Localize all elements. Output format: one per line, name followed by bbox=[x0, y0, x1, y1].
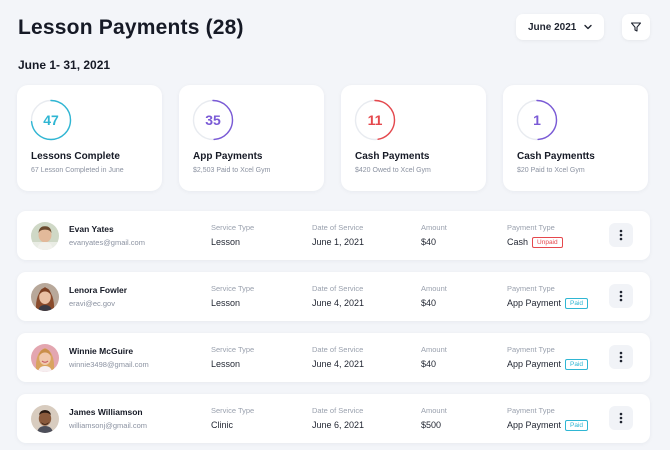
service-type-label: Service Type bbox=[211, 406, 255, 415]
payment-type-value: Cash Unpaid bbox=[507, 237, 563, 248]
stat-subtext: $20 Paid to Xcel Gym bbox=[517, 167, 585, 174]
date-of-service-value: June 4, 2021 bbox=[312, 298, 365, 308]
more-options-button[interactable] bbox=[609, 345, 633, 369]
more-vertical-icon bbox=[619, 351, 623, 363]
date-of-service-value: June 6, 2021 bbox=[312, 420, 365, 430]
avatar bbox=[31, 283, 59, 311]
amount-label: Amount bbox=[421, 406, 447, 415]
date-of-service-label: Date of Service bbox=[312, 284, 364, 293]
stat-label: Lessons Complete bbox=[31, 151, 120, 162]
more-options-button[interactable] bbox=[609, 406, 633, 430]
payment-type-text: App Payment bbox=[507, 298, 562, 308]
amount-label: Amount bbox=[421, 284, 447, 293]
more-vertical-icon bbox=[619, 290, 623, 302]
avatar bbox=[31, 222, 59, 250]
date-of-service-value: June 1, 2021 bbox=[312, 237, 365, 247]
amount-value: $40 bbox=[421, 359, 437, 369]
amount-value: $40 bbox=[421, 298, 437, 308]
stat-subtext: $420 Owed to Xcel Gym bbox=[355, 167, 431, 174]
service-type-label: Service Type bbox=[211, 284, 255, 293]
status-badge: Paid bbox=[565, 420, 589, 431]
customer-email: winnie3498@gmail.com bbox=[69, 360, 149, 369]
stat-card-cash-payments: 11 Cash Payments $420 Owed to Xcel Gym bbox=[341, 85, 486, 191]
stat-value: 47 bbox=[43, 112, 59, 128]
more-vertical-icon bbox=[619, 229, 623, 241]
service-type-value: Lesson bbox=[211, 359, 241, 369]
amount-value: $40 bbox=[421, 237, 437, 247]
avatar bbox=[31, 344, 59, 372]
chevron-down-icon bbox=[584, 24, 592, 30]
customer-email: eravi@ec.gov bbox=[69, 299, 115, 308]
table-row[interactable]: Evan Yates evanyates@gmail.com Service T… bbox=[17, 211, 650, 260]
customer-name: Lenora Fowler bbox=[69, 285, 128, 295]
customer-name: James Williamson bbox=[69, 407, 143, 417]
stat-label: Cash Paymentts bbox=[517, 151, 595, 162]
service-type-value: Lesson bbox=[211, 237, 241, 247]
date-of-service-value: June 4, 2021 bbox=[312, 359, 365, 369]
stat-value: 35 bbox=[205, 112, 221, 128]
table-row[interactable]: Winnie McGuire winnie3498@gmail.com Serv… bbox=[17, 333, 650, 382]
avatar-woman-icon bbox=[31, 283, 59, 311]
status-badge: Unpaid bbox=[532, 237, 563, 248]
service-type-value: Lesson bbox=[211, 298, 241, 308]
customer-email: evanyates@gmail.com bbox=[69, 238, 145, 247]
date-of-service-label: Date of Service bbox=[312, 406, 364, 415]
avatar-man-icon bbox=[31, 222, 59, 250]
payment-type-text: App Payment bbox=[507, 420, 562, 430]
payment-type-value: App Payment Paid bbox=[507, 298, 589, 309]
date-of-service-label: Date of Service bbox=[312, 345, 364, 354]
month-select-value: June 2021 bbox=[528, 21, 577, 33]
stat-card-app-payments: 35 App Payments $2,503 Paid to Xcel Gym bbox=[179, 85, 324, 191]
service-type-label: Service Type bbox=[211, 223, 255, 232]
avatar bbox=[31, 405, 59, 433]
filter-button[interactable] bbox=[622, 14, 650, 40]
stats-cards: 47 Lessons Complete 67 Lesson Completed … bbox=[17, 85, 650, 191]
payment-type-value: App Payment Paid bbox=[507, 359, 589, 370]
table-row[interactable]: Lenora Fowler eravi@ec.gov Service Type … bbox=[17, 272, 650, 321]
stat-label: Cash Payments bbox=[355, 151, 430, 162]
more-options-button[interactable] bbox=[609, 223, 633, 247]
month-select[interactable]: June 2021 bbox=[516, 14, 604, 40]
payment-type-text: Cash bbox=[507, 237, 529, 247]
payment-type-label: Payment Type bbox=[507, 284, 555, 293]
amount-label: Amount bbox=[421, 345, 447, 354]
amount-label: Amount bbox=[421, 223, 447, 232]
avatar-woman-icon bbox=[31, 344, 59, 372]
payment-type-text: App Payment bbox=[507, 359, 562, 369]
status-badge: Paid bbox=[565, 359, 589, 370]
service-type-label: Service Type bbox=[211, 345, 255, 354]
payment-type-label: Payment Type bbox=[507, 406, 555, 415]
more-vertical-icon bbox=[619, 412, 623, 424]
date-of-service-label: Date of Service bbox=[312, 223, 364, 232]
payment-type-label: Payment Type bbox=[507, 223, 555, 232]
date-range-heading: June 1- 31, 2021 bbox=[18, 58, 111, 72]
status-badge: Paid bbox=[565, 298, 589, 309]
table-row[interactable]: James Williamson williamsonj@gmail.com S… bbox=[17, 394, 650, 443]
stat-subtext: 67 Lesson Completed in June bbox=[31, 167, 124, 174]
payment-type-label: Payment Type bbox=[507, 345, 555, 354]
customer-email: williamsonj@gmail.com bbox=[69, 421, 148, 430]
avatar-man-icon bbox=[31, 405, 59, 433]
customer-name: Evan Yates bbox=[69, 224, 114, 234]
stat-label: App Payments bbox=[193, 151, 263, 162]
more-options-button[interactable] bbox=[609, 284, 633, 308]
payment-type-value: App Payment Paid bbox=[507, 420, 589, 431]
stat-card-cash-paymentts: 1 Cash Paymentts $20 Paid to Xcel Gym bbox=[503, 85, 648, 191]
stat-card-lessons-complete: 47 Lessons Complete 67 Lesson Completed … bbox=[17, 85, 162, 191]
page-header: Lesson Payments (28) June 2021 bbox=[18, 14, 650, 42]
customer-name: Winnie McGuire bbox=[69, 346, 134, 356]
stat-value: 1 bbox=[533, 112, 541, 128]
amount-value: $500 bbox=[421, 420, 442, 430]
filter-icon bbox=[630, 22, 642, 32]
service-type-value: Clinic bbox=[211, 420, 234, 430]
stat-subtext: $2,503 Paid to Xcel Gym bbox=[193, 167, 271, 174]
stat-value: 11 bbox=[367, 112, 383, 128]
